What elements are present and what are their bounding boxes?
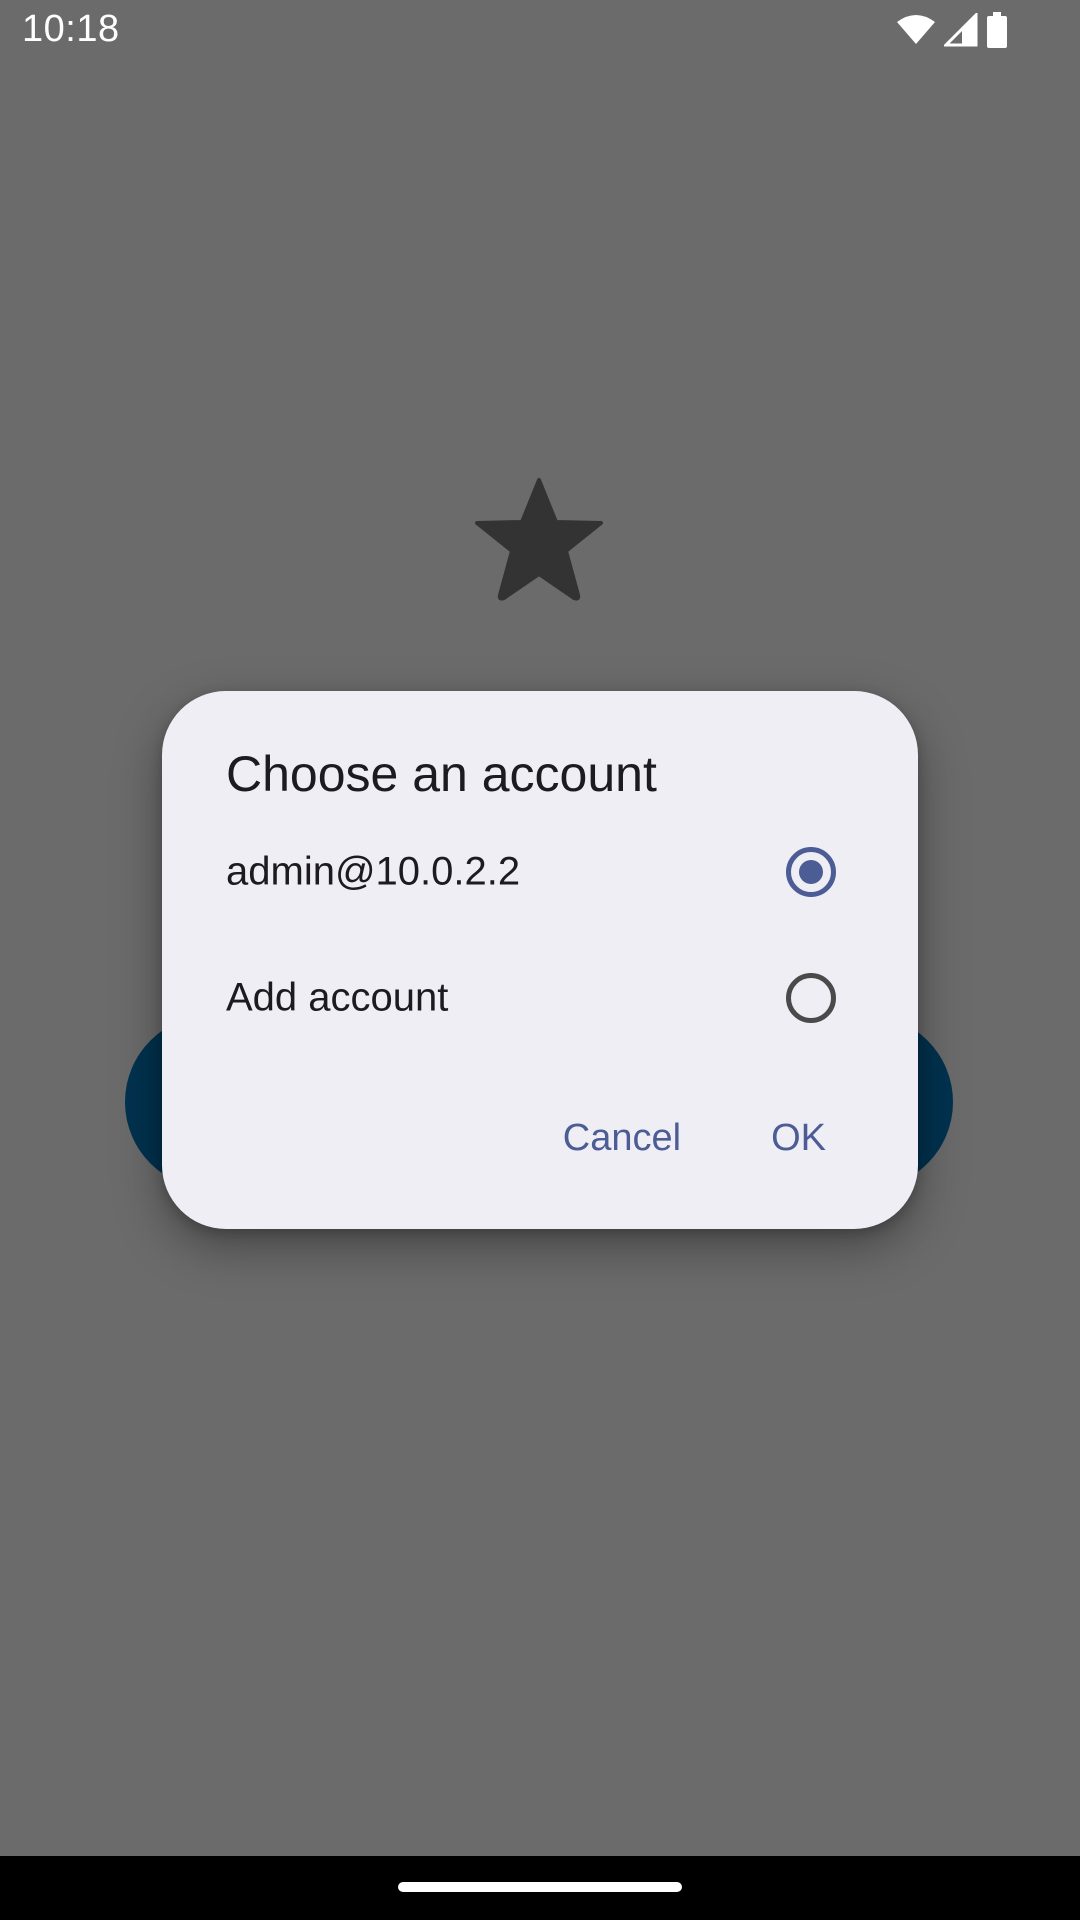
cancel-button[interactable]: Cancel — [533, 1105, 711, 1172]
status-icons — [896, 12, 1008, 48]
option-label: Add account — [226, 975, 449, 1020]
option-label: admin@10.0.2.2 — [226, 849, 521, 894]
dialog-title: Choose an account — [226, 746, 657, 802]
ok-button[interactable]: OK — [741, 1105, 856, 1172]
radio-button-unselected[interactable] — [786, 973, 836, 1023]
star-icon — [474, 476, 604, 606]
account-option-add-account[interactable]: Add account — [162, 943, 918, 1053]
status-time: 10:18 — [22, 8, 120, 50]
cell-signal-icon — [944, 13, 978, 47]
radio-button-selected[interactable] — [786, 847, 836, 897]
status-bar: 10:18 — [0, 0, 1080, 64]
account-option-admin[interactable]: admin@10.0.2.2 — [162, 817, 918, 927]
battery-icon — [986, 12, 1008, 48]
wifi-icon — [896, 14, 936, 46]
screen: 10:18 Choose an account Cancel OK admin@… — [0, 0, 1080, 1920]
dialog-actions: Cancel OK — [533, 1105, 856, 1172]
navigation-bar — [0, 1856, 1080, 1920]
home-gesture-handle[interactable] — [398, 1882, 682, 1892]
